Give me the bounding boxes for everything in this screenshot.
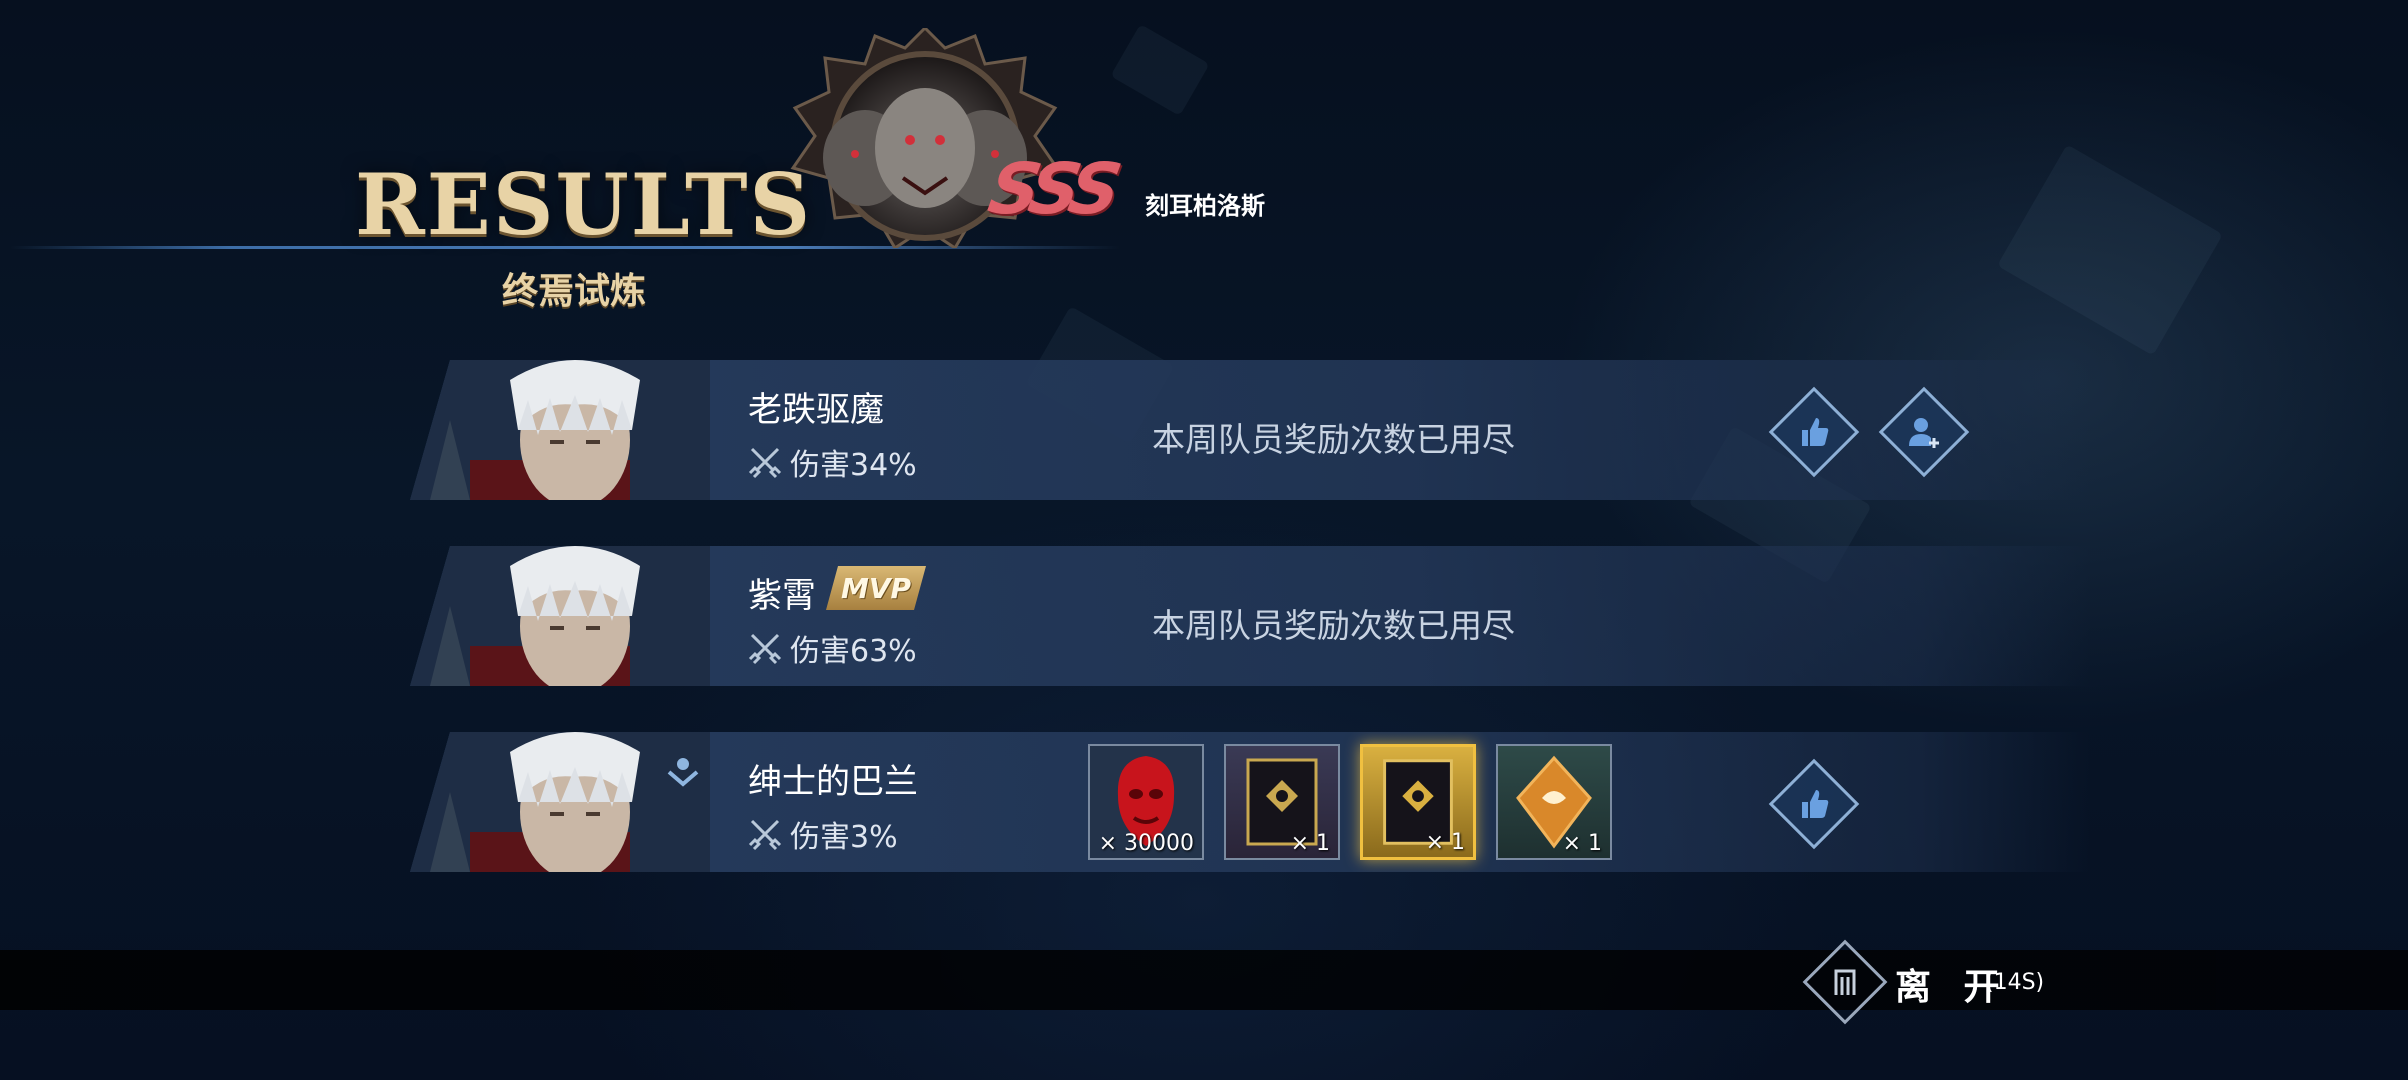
reward-limit-message: 本周队员奖励次数已用尽 bbox=[1152, 606, 1515, 645]
reward-item[interactable]: × 30000 bbox=[1088, 744, 1204, 860]
damage-label: 伤害63% bbox=[790, 634, 917, 669]
item-quantity: × 30000 bbox=[1098, 831, 1194, 856]
player-portrait bbox=[410, 732, 710, 872]
reward-item[interactable]: × 1 bbox=[1496, 744, 1612, 860]
item-quantity: × 1 bbox=[1562, 831, 1602, 856]
boss-name: 刻耳柏洛斯 bbox=[1145, 192, 1265, 220]
player-name: 老跌驱魔 bbox=[748, 390, 884, 430]
player-portrait bbox=[410, 360, 710, 500]
crossed-swords-icon bbox=[748, 447, 782, 479]
self-player-marker-icon bbox=[667, 758, 699, 787]
like-button[interactable] bbox=[1768, 386, 1860, 478]
like-button[interactable] bbox=[1768, 758, 1860, 850]
results-screen: RESULTS 终焉试炼 SSS 刻耳柏洛斯 老跌驱魔 伤害34% 本周队员奖励… bbox=[0, 0, 2408, 1080]
reward-item-selected[interactable]: × 1 bbox=[1360, 744, 1476, 860]
add-friend-button[interactable] bbox=[1878, 386, 1970, 478]
grade-badge: SSS bbox=[982, 148, 1120, 230]
damage-stat: 伤害63% bbox=[748, 626, 917, 670]
item-quantity: × 1 bbox=[1425, 830, 1465, 855]
damage-label: 伤害3% bbox=[790, 820, 898, 855]
background-debris bbox=[1110, 24, 1210, 116]
player-name: 绅士的巴兰 bbox=[748, 762, 918, 802]
bottom-bar bbox=[0, 950, 2408, 1010]
damage-label: 伤害34% bbox=[790, 448, 917, 483]
crossed-swords-icon bbox=[748, 819, 782, 851]
reward-item[interactable]: × 1 bbox=[1224, 744, 1340, 860]
results-title: RESULTS bbox=[355, 155, 813, 254]
like-icon bbox=[1802, 418, 1829, 446]
leave-timer: (14S) bbox=[1985, 970, 2045, 995]
player-portrait bbox=[410, 546, 710, 686]
player-row: 老跌驱魔 伤害34% 本周队员奖励次数已用尽 bbox=[410, 360, 2090, 500]
item-quantity: × 1 bbox=[1290, 831, 1330, 856]
like-icon bbox=[1802, 790, 1829, 818]
player-name: 紫霄 bbox=[748, 576, 816, 616]
damage-stat: 伤害3% bbox=[748, 812, 898, 856]
mode-name: 终焉试炼 bbox=[502, 270, 647, 312]
damage-stat: 伤害34% bbox=[748, 440, 917, 484]
reward-limit-message: 本周队员奖励次数已用尽 bbox=[1152, 420, 1515, 459]
mvp-badge: MVP bbox=[826, 566, 926, 610]
crossed-swords-icon bbox=[748, 633, 782, 665]
add-friend-icon bbox=[1909, 418, 1939, 448]
background-debris bbox=[1997, 144, 2223, 356]
exit-door-icon bbox=[1834, 969, 1856, 995]
player-row: 绅士的巴兰 伤害3% × 30000 × 1 × 1 × 1 bbox=[410, 732, 2090, 872]
player-row: 紫霄 MVP 伤害63% 本周队员奖励次数已用尽 bbox=[410, 546, 2090, 686]
